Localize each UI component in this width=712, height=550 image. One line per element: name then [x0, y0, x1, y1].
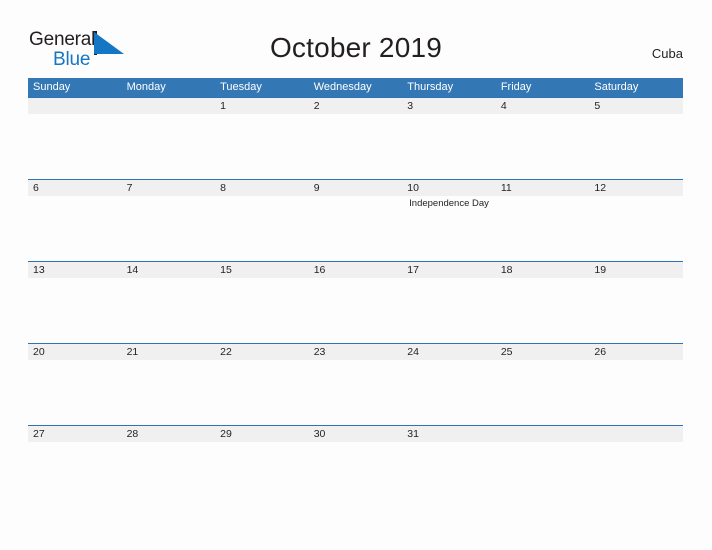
- week-row: 6 7 8 9 10 11 12 Independence Day: [28, 179, 683, 261]
- date-number[interactable]: 18: [496, 262, 590, 278]
- date-number[interactable]: 1: [215, 98, 309, 114]
- day-cell[interactable]: [309, 196, 403, 261]
- day-cell[interactable]: [215, 114, 309, 179]
- week-date-band: 1 2 3 4 5: [28, 97, 683, 114]
- day-cell[interactable]: [28, 278, 122, 343]
- day-cell[interactable]: [402, 278, 496, 343]
- date-number[interactable]: 9: [309, 180, 403, 196]
- date-number[interactable]: 28: [122, 426, 216, 442]
- page-header: General Blue October 2019 Cuba: [0, 0, 712, 78]
- day-cell-independence-day[interactable]: Independence Day: [402, 196, 496, 261]
- week-row: 13 14 15 16 17 18 19: [28, 261, 683, 343]
- dow-sunday: Sunday: [33, 81, 71, 93]
- date-number[interactable]: 11: [496, 180, 590, 196]
- day-cell[interactable]: [589, 114, 683, 179]
- date-number[interactable]: [122, 98, 216, 114]
- day-cell[interactable]: [589, 442, 683, 507]
- day-cell[interactable]: [496, 360, 590, 425]
- date-number[interactable]: 19: [589, 262, 683, 278]
- date-number[interactable]: 26: [589, 344, 683, 360]
- date-number[interactable]: 6: [28, 180, 122, 196]
- day-cell[interactable]: [309, 114, 403, 179]
- date-number[interactable]: 29: [215, 426, 309, 442]
- day-cell[interactable]: [309, 442, 403, 507]
- date-number[interactable]: 30: [309, 426, 403, 442]
- day-cell[interactable]: [309, 278, 403, 343]
- day-cell[interactable]: [28, 360, 122, 425]
- day-cell[interactable]: [122, 196, 216, 261]
- date-number[interactable]: 16: [309, 262, 403, 278]
- date-number[interactable]: 5: [589, 98, 683, 114]
- day-cell[interactable]: [589, 278, 683, 343]
- date-number[interactable]: 7: [122, 180, 216, 196]
- date-number[interactable]: 23: [309, 344, 403, 360]
- week-event-body: Independence Day: [28, 196, 683, 261]
- day-cell[interactable]: [496, 442, 590, 507]
- day-cell[interactable]: [589, 360, 683, 425]
- day-cell[interactable]: [215, 360, 309, 425]
- date-number[interactable]: [496, 426, 590, 442]
- week-event-body: [28, 442, 683, 507]
- date-number[interactable]: 2: [309, 98, 403, 114]
- week-event-body: [28, 114, 683, 179]
- week-date-band: 20 21 22 23 24 25 26: [28, 343, 683, 360]
- day-cell[interactable]: [28, 196, 122, 261]
- date-number[interactable]: 10: [402, 180, 496, 196]
- date-number[interactable]: 12: [589, 180, 683, 196]
- country-label: Cuba: [651, 46, 683, 61]
- date-number[interactable]: 22: [215, 344, 309, 360]
- week-row: 27 28 29 30 31: [28, 425, 683, 507]
- day-cell[interactable]: [215, 442, 309, 507]
- day-cell[interactable]: [28, 114, 122, 179]
- date-number[interactable]: 8: [215, 180, 309, 196]
- page-title: October 2019: [269, 32, 443, 63]
- dow-thursday: Thursday: [407, 81, 454, 93]
- date-number[interactable]: 15: [215, 262, 309, 278]
- day-cell[interactable]: [402, 360, 496, 425]
- week-event-body: [28, 360, 683, 425]
- day-cell[interactable]: [309, 360, 403, 425]
- day-cell[interactable]: [402, 114, 496, 179]
- day-cell[interactable]: [122, 442, 216, 507]
- date-number[interactable]: 24: [402, 344, 496, 360]
- week-event-body: [28, 278, 683, 343]
- date-number[interactable]: 27: [28, 426, 122, 442]
- day-cell[interactable]: [122, 360, 216, 425]
- week-date-band: 27 28 29 30 31: [28, 425, 683, 442]
- dow-wednesday: Wednesday: [313, 81, 372, 93]
- calendar-page: General Blue October 2019 Cuba Sunday Mo…: [0, 0, 712, 550]
- event-label: Independence Day: [409, 198, 489, 209]
- date-number[interactable]: 21: [122, 344, 216, 360]
- day-cell[interactable]: [589, 196, 683, 261]
- day-cell[interactable]: [28, 442, 122, 507]
- day-cell[interactable]: [496, 196, 590, 261]
- day-cell[interactable]: [402, 442, 496, 507]
- dow-monday: Monday: [126, 81, 166, 93]
- day-cell[interactable]: [496, 278, 590, 343]
- week-date-band: 6 7 8 9 10 11 12: [28, 179, 683, 196]
- dow-tuesday: Tuesday: [220, 81, 262, 93]
- date-number[interactable]: [589, 426, 683, 442]
- date-number[interactable]: 3: [402, 98, 496, 114]
- day-cell[interactable]: [122, 278, 216, 343]
- day-of-week-header: Sunday Monday Tuesday Wednesday Thursday…: [28, 78, 683, 97]
- dow-saturday: Saturday: [594, 81, 639, 93]
- date-number[interactable]: 31: [402, 426, 496, 442]
- date-number[interactable]: 14: [122, 262, 216, 278]
- day-cell[interactable]: [122, 114, 216, 179]
- date-number[interactable]: 25: [496, 344, 590, 360]
- dow-friday: Friday: [500, 81, 532, 93]
- week-row: 20 21 22 23 24 25 26: [28, 343, 683, 425]
- week-date-band: 13 14 15 16 17 18 19: [28, 261, 683, 278]
- date-number[interactable]: 4: [496, 98, 590, 114]
- date-number[interactable]: 17: [402, 262, 496, 278]
- date-number[interactable]: 13: [28, 262, 122, 278]
- calendar-grid: Sunday Monday Tuesday Wednesday Thursday…: [28, 78, 683, 507]
- day-cell[interactable]: [496, 114, 590, 179]
- date-number[interactable]: 20: [28, 344, 122, 360]
- date-number[interactable]: [28, 98, 122, 114]
- week-row: 1 2 3 4 5: [28, 97, 683, 179]
- day-cell[interactable]: [215, 278, 309, 343]
- day-cell[interactable]: [215, 196, 309, 261]
